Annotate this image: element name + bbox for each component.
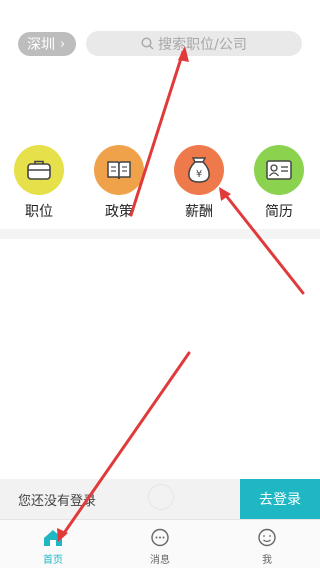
tab-label: 消息: [150, 555, 170, 566]
function-menu: 职位 政策 ¥ 薪酬 简历: [0, 140, 320, 224]
top-bar: 深圳 › 搜索职位/公司: [0, 0, 320, 86]
tab-me[interactable]: 我: [237, 527, 297, 566]
menu-label: 薪酬: [185, 204, 213, 220]
tab-label: 我: [262, 555, 272, 566]
section-divider: [0, 229, 320, 239]
search-icon: [141, 37, 154, 50]
briefcase-icon: [14, 145, 64, 195]
chevron-right-icon: ›: [60, 36, 66, 52]
bottom-tab-bar: 首页 消息 我: [0, 519, 320, 568]
money-bag-icon: ¥: [174, 145, 224, 195]
city-label: 深圳: [27, 37, 55, 53]
loading-spinner: [148, 484, 174, 510]
login-message: 您还没有登录: [18, 494, 97, 509]
tab-label: 首页: [43, 555, 63, 566]
search-input[interactable]: 搜索职位/公司: [86, 31, 302, 56]
menu-label: 简历: [265, 204, 293, 220]
message-icon: [130, 527, 190, 549]
tab-home[interactable]: 首页: [23, 527, 83, 566]
menu-item-jobs[interactable]: 职位: [9, 140, 69, 221]
menu-label: 职位: [25, 204, 53, 220]
menu-item-salary[interactable]: ¥ 薪酬: [169, 140, 229, 221]
home-icon: [23, 527, 83, 549]
menu-item-resume[interactable]: 简历: [249, 140, 309, 221]
search-placeholder: 搜索职位/公司: [158, 36, 247, 53]
svg-text:¥: ¥: [196, 169, 202, 180]
profile-icon: [237, 527, 297, 549]
id-card-icon: [254, 145, 304, 195]
tab-messages[interactable]: 消息: [130, 527, 190, 566]
menu-item-policy[interactable]: 政策: [89, 140, 149, 221]
book-icon: [94, 145, 144, 195]
login-button[interactable]: 去登录: [240, 479, 320, 519]
menu-label: 政策: [105, 204, 133, 220]
city-selector-button[interactable]: 深圳 ›: [18, 32, 76, 56]
